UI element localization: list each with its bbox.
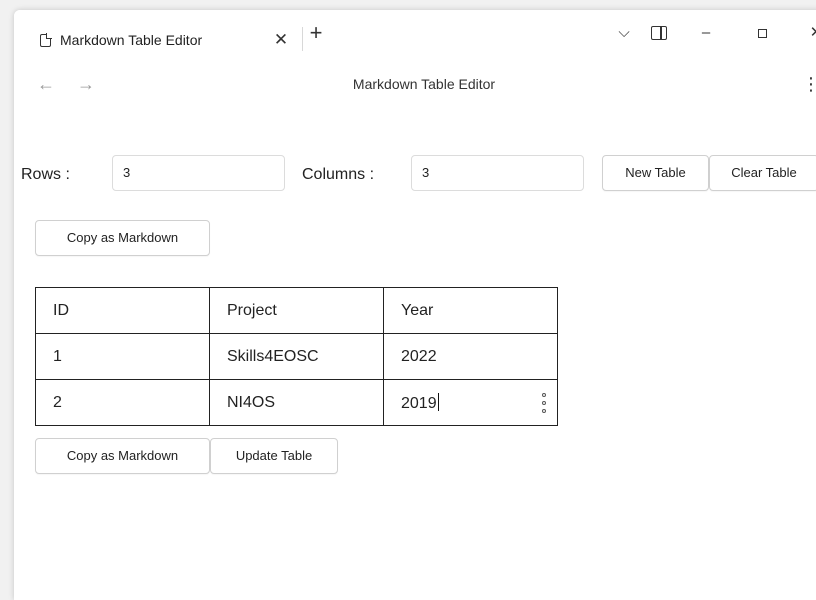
resize-grip-icon[interactable] xyxy=(541,393,547,413)
table-cell[interactable]: ID xyxy=(35,287,210,334)
tab-close-icon[interactable]: ✕ xyxy=(270,29,292,51)
active-cell-text: 2019 xyxy=(401,394,437,412)
update-table-button[interactable]: Update Table xyxy=(210,438,338,474)
columns-input[interactable]: 3 xyxy=(411,155,584,191)
markdown-table: ID Project Year 1 Skills4EOSC 2022 2 NI4… xyxy=(35,287,558,426)
copy-as-markdown-button-bottom[interactable]: Copy as Markdown xyxy=(35,438,210,474)
table-cell[interactable]: Year xyxy=(383,287,558,334)
close-window-icon[interactable]: ✕ xyxy=(804,21,816,45)
table-cell[interactable]: NI4OS xyxy=(209,379,384,426)
clear-table-button[interactable]: Clear Table xyxy=(709,155,816,191)
new-table-button[interactable]: New Table xyxy=(602,155,709,191)
navigation-bar: ← → Markdown Table Editor ⋮ xyxy=(14,64,816,102)
table-row: 2 NI4OS 2019 xyxy=(35,379,558,426)
table-cell-active[interactable]: 2019 xyxy=(383,379,558,426)
copy-as-markdown-button-top[interactable]: Copy as Markdown xyxy=(35,220,210,256)
table-cell[interactable]: Project xyxy=(209,287,384,334)
table-row: 1 Skills4EOSC 2022 xyxy=(35,333,558,380)
table-cell[interactable]: 2022 xyxy=(383,333,558,380)
tab-markdown-table-editor[interactable]: Markdown Table Editor ✕ xyxy=(28,20,300,60)
maximize-icon[interactable] xyxy=(750,21,774,45)
text-cursor xyxy=(437,392,439,411)
page-content: Rows : 3 Columns : 3 New Table Clear Tab… xyxy=(14,102,816,600)
browser-window: Markdown Table Editor ✕ + ⌵ – ✕ ← → Mark… xyxy=(14,10,816,600)
table-cell[interactable]: 2 xyxy=(35,379,210,426)
table-cell[interactable]: 1 xyxy=(35,333,210,380)
columns-label: Columns : xyxy=(302,166,375,183)
minimize-icon[interactable]: – xyxy=(694,21,718,45)
tab-strip: Markdown Table Editor ✕ + ⌵ – ✕ xyxy=(14,10,816,60)
tab-divider xyxy=(302,27,303,51)
table-row: ID Project Year xyxy=(35,287,558,334)
tab-list-chevron-down-icon[interactable]: ⌵ xyxy=(614,21,634,45)
rows-label: Rows : xyxy=(21,166,70,183)
new-tab-button[interactable]: + xyxy=(304,22,328,46)
rows-input[interactable]: 3 xyxy=(112,155,285,191)
side-panel-icon[interactable] xyxy=(648,21,670,45)
tab-title: Markdown Table Editor xyxy=(60,32,203,48)
table-cell[interactable]: Skills4EOSC xyxy=(209,333,384,380)
page-title: Markdown Table Editor xyxy=(352,76,496,92)
more-menu-icon[interactable]: ⋮ xyxy=(802,74,816,94)
page-icon xyxy=(40,32,52,47)
